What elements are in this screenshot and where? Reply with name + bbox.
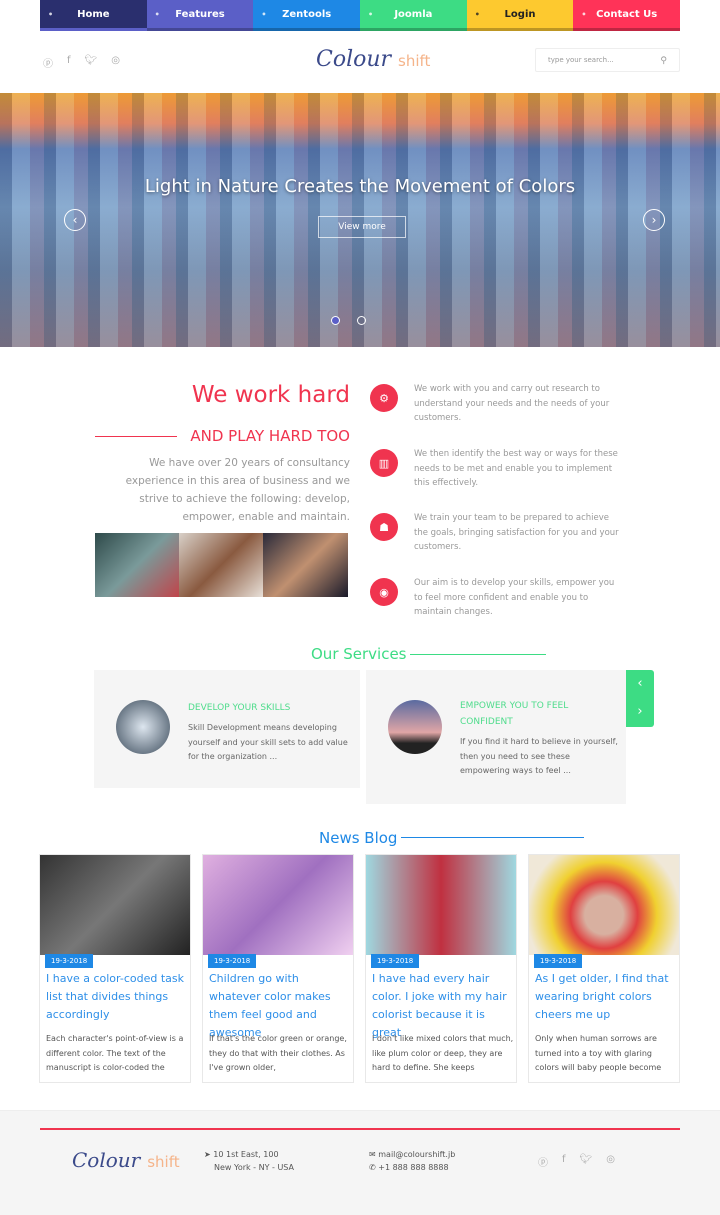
team-photo <box>263 533 348 597</box>
post-date: 19-3-2018 <box>534 954 583 968</box>
nav-contact[interactable]: Contact Us <box>573 0 681 31</box>
slide-dot[interactable] <box>357 316 366 325</box>
nav-features[interactable]: Features <box>146 0 254 31</box>
service-title: DEVELOP YOUR SKILLS <box>188 703 291 713</box>
post-date: 19-3-2018 <box>371 954 420 968</box>
footer-logo[interactable]: Colour shift <box>72 1148 180 1173</box>
team-photo <box>179 533 263 597</box>
service-image <box>388 700 442 754</box>
phone-icon: ✆ <box>369 1163 376 1172</box>
twitter-icon[interactable]: 🐦︎ <box>580 1154 593 1169</box>
next-slide-icon[interactable]: › <box>643 209 665 231</box>
slide-dot[interactable] <box>331 316 340 325</box>
feature-item: ◉ Our aim is to develop your skills, empo… <box>370 576 650 620</box>
nav-home[interactable]: Home <box>40 0 147 31</box>
social-links: ⓟ f 🐦︎ ◎ <box>43 55 120 70</box>
blog-title: News Blog <box>319 829 398 847</box>
post-excerpt: I don't like mixed colors that much, lik… <box>372 1034 514 1072</box>
service-card[interactable]: EMPOWER YOU TO FEEL CONFIDENT If you find… <box>366 670 626 804</box>
service-nav: ‹ › <box>626 670 654 727</box>
footer-address: ➤ 10 1st East, 100 New York - NY - USA <box>204 1150 295 1172</box>
footer-divider <box>40 1128 680 1130</box>
prev-slide-icon[interactable]: ‹ <box>64 209 86 231</box>
post-title[interactable]: As I get older, I find that wearing brig… <box>535 970 677 1024</box>
view-more-button[interactable]: View more <box>318 216 406 238</box>
feature-item: ▥ We then identify the best way or ways f… <box>370 447 650 491</box>
post-excerpt: Each character's point-of-view is a diff… <box>46 1034 184 1072</box>
hero-title: Light in Nature Creates the Movement of … <box>144 176 576 197</box>
logo[interactable]: Colour shift <box>316 47 430 72</box>
pinterest-icon[interactable]: ⓟ <box>43 55 53 70</box>
blog-post[interactable]: 19-3-2018 As I get older, I find that wea… <box>528 854 680 1083</box>
feature-item: ⚙ We work with you and carry out research… <box>370 382 650 426</box>
search-input[interactable]: type your search... ⚲ <box>535 48 680 72</box>
divider <box>410 654 546 655</box>
next-service-icon[interactable]: › <box>626 698 654 726</box>
about-heading: We work hard <box>191 382 350 408</box>
service-card[interactable]: DEVELOP YOUR SKILLS Skill Development mea… <box>94 670 360 788</box>
post-image <box>203 855 353 955</box>
nav-joomla[interactable]: Joomla <box>360 0 467 31</box>
target-icon: ◉ <box>370 578 398 606</box>
service-image <box>116 700 170 754</box>
post-excerpt: Only when human sorrows are turned into … <box>535 1034 662 1072</box>
post-date: 19-3-2018 <box>208 954 257 968</box>
post-date: 19-3-2018 <box>45 954 94 968</box>
service-text: Skill Development means developing yours… <box>188 723 348 761</box>
blog-post[interactable]: 19-3-2018 I have a color-coded task list … <box>39 854 191 1083</box>
service-title: EMPOWER YOU TO FEEL CONFIDENT <box>460 701 569 727</box>
footer-social: ⓟ f 🐦︎ ◎ <box>538 1154 615 1169</box>
service-text: If you find it hard to believe in yourse… <box>460 737 618 775</box>
post-image <box>366 855 516 955</box>
nav-zentools[interactable]: Zentools <box>253 0 361 31</box>
team-icon: ☗ <box>370 513 398 541</box>
mail-icon: ✉ <box>369 1150 376 1159</box>
about-subheading: AND PLAY HARD TOO <box>190 427 350 445</box>
location-icon: ➤ <box>204 1150 211 1159</box>
bar-chart-icon: ▥ <box>370 449 398 477</box>
pinterest-icon[interactable]: ⓟ <box>538 1154 548 1169</box>
facebook-icon[interactable]: f <box>67 55 71 70</box>
footer-contact: ✉ mail@colourshift.jb ✆ +1 888 888 8888 <box>369 1150 456 1172</box>
post-image <box>40 855 190 955</box>
blog-post[interactable]: 19-3-2018 I have had every hair color. I … <box>365 854 517 1083</box>
post-image <box>529 855 679 955</box>
facebook-icon[interactable]: f <box>562 1154 566 1169</box>
twitter-icon[interactable]: 🐦︎ <box>85 55 98 70</box>
services-title: Our Services <box>311 645 407 663</box>
post-excerpt: If that's the color green or orange, the… <box>209 1034 347 1072</box>
prev-service-icon[interactable]: ‹ <box>626 670 654 698</box>
about-text: We have over 20 years of consultancy exp… <box>125 457 350 523</box>
search-icon[interactable]: ⚲ <box>660 56 667 66</box>
blog-post[interactable]: 19-3-2018 Children go with whatever color… <box>202 854 354 1083</box>
feature-item: ☗ We train your team to be prepared to ac… <box>370 511 650 555</box>
post-title[interactable]: I have a color-coded task list that divi… <box>46 970 188 1024</box>
gears-icon: ⚙ <box>370 384 398 412</box>
dribbble-icon[interactable]: ◎ <box>606 1154 615 1169</box>
main-nav: Home Features Zentools Joomla Login Cont… <box>40 0 681 31</box>
team-photo <box>95 533 179 597</box>
divider <box>95 436 177 437</box>
dribbble-icon[interactable]: ◎ <box>111 55 120 70</box>
divider <box>401 837 584 838</box>
nav-login[interactable]: Login <box>466 0 574 31</box>
